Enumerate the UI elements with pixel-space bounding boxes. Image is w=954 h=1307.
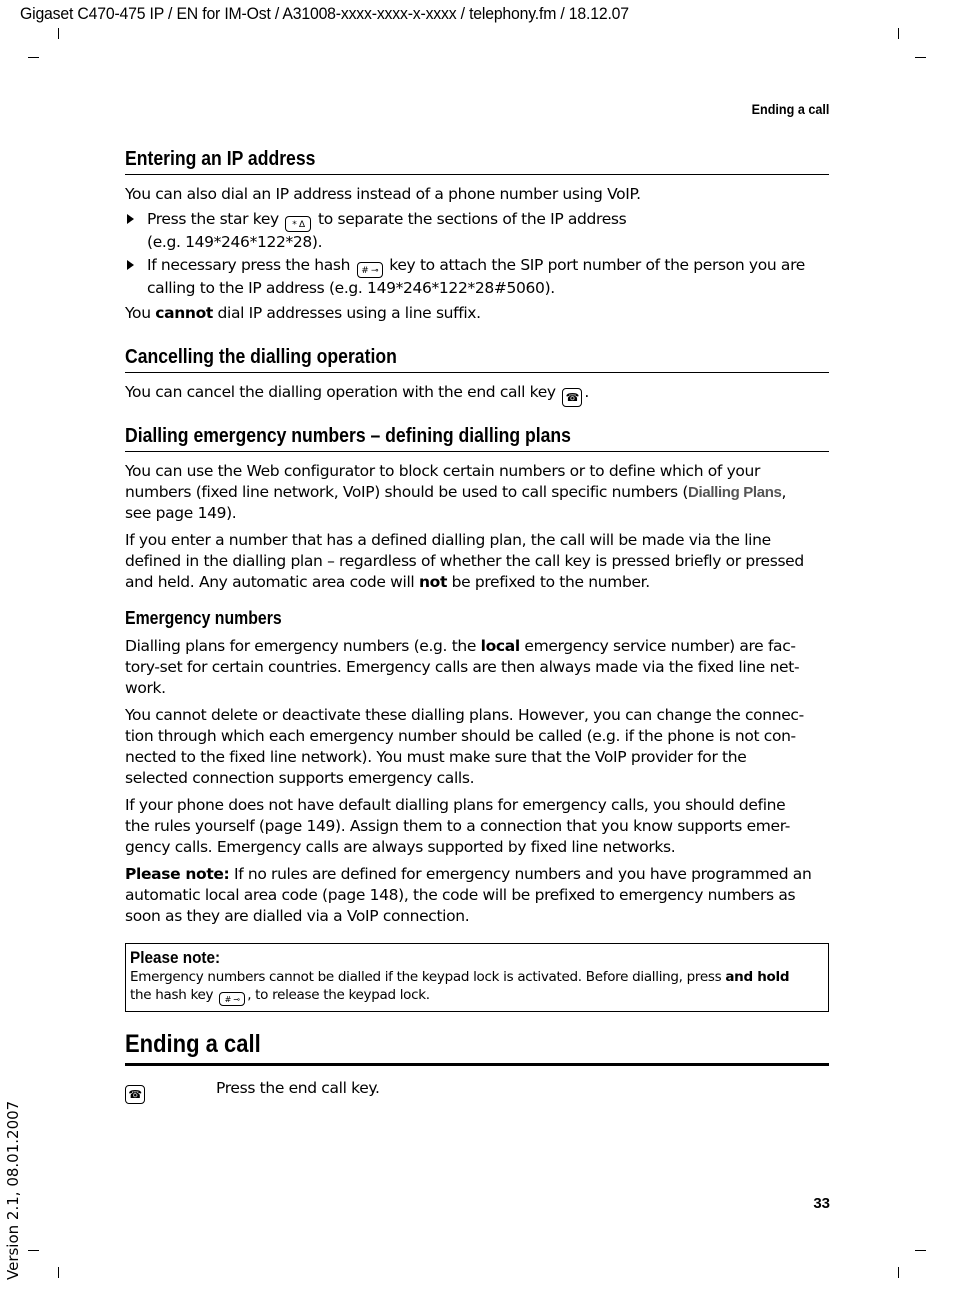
icon-cell: ☎	[125, 1079, 145, 1104]
bullet-triangle-icon	[127, 214, 134, 224]
text: If you enter a number that has a defined…	[125, 531, 771, 549]
text: If your phone does not have default dial…	[125, 796, 786, 814]
crop-mark	[58, 28, 59, 39]
bullet-text: key to attach the SIP port number of the…	[384, 256, 805, 274]
text: You cannot delete or deactivate these di…	[125, 706, 804, 724]
emergency-paragraph-3: Dialling plans for emergency numbers (e.…	[125, 636, 829, 699]
crop-mark	[915, 1250, 926, 1251]
document-file-info: Gigaset C470-475 IP / EN for IM-Ost / A3…	[20, 4, 629, 23]
chapter-heading-ending-call: Ending a call	[125, 1030, 829, 1066]
crop-mark	[28, 1250, 39, 1251]
star-key-icon: * ∆	[285, 216, 312, 232]
crop-mark	[58, 1267, 59, 1278]
section-heading-ip-address: Entering an IP address	[125, 148, 829, 175]
bullet-text: to separate the sections of the IP addre…	[313, 210, 627, 228]
text: gency calls. Emergency calls are always …	[125, 838, 676, 856]
list-item: If necessary press the hash # ⊸ key to a…	[125, 255, 829, 299]
page-number: 33	[813, 1195, 830, 1212]
text: ,	[781, 483, 787, 501]
crop-mark	[28, 57, 39, 58]
text: work.	[125, 679, 166, 697]
text: defined in the dialling plan – regardles…	[125, 552, 804, 570]
text: Dialling plans for emergency numbers (e.…	[125, 637, 481, 655]
emphasis: not	[418, 573, 448, 591]
text: You can use the Web configurator to bloc…	[125, 462, 761, 480]
text: selected connection supports emergency c…	[125, 769, 475, 787]
bullet-text: calling to the IP address (e.g. 149*246*…	[147, 279, 555, 297]
note-title: Please note:	[130, 948, 221, 967]
text: tory-set for certain countries. Emergenc…	[125, 658, 800, 676]
ip-outro-paragraph: You cannot dial IP addresses using a lin…	[125, 303, 829, 324]
crop-mark	[898, 1267, 899, 1278]
emergency-paragraph-1: You can use the Web configurator to bloc…	[125, 461, 829, 524]
note-box: Please note: Emergency numbers cannot be…	[125, 943, 829, 1012]
note-text: Emergency numbers cannot be dialled if t…	[130, 968, 824, 1006]
text: soon as they are dialled via a VoIP conn…	[125, 907, 470, 925]
end-call-key-icon: ☎	[125, 1085, 145, 1104]
text: , to release the keypad lock.	[247, 987, 430, 1003]
crop-mark	[915, 57, 926, 58]
running-head: Ending a call	[751, 101, 829, 117]
crop-mark	[898, 28, 899, 39]
text: be prefixed to the number.	[447, 573, 651, 591]
text: tion through which each emergency number…	[125, 727, 796, 745]
text: the hash key	[130, 987, 218, 1003]
section-heading-cancelling: Cancelling the dialling operation	[125, 346, 829, 373]
text: .	[584, 383, 589, 401]
emergency-paragraph-6: Please note: If no rules are defined for…	[125, 864, 829, 927]
text: nected to the fixed line network). You m…	[125, 748, 747, 766]
ip-intro-paragraph: You can also dial an IP address instead …	[125, 185, 641, 203]
emphasis: and hold	[725, 969, 790, 985]
emergency-paragraph-2: If you enter a number that has a defined…	[125, 530, 829, 593]
text: numbers (fixed line network, VoIP) shoul…	[125, 483, 689, 501]
hash-key-icon: # ⊸	[356, 262, 383, 278]
text: You	[125, 304, 156, 322]
emphasis: local	[480, 637, 521, 655]
subheading-emergency-numbers: Emergency numbers	[125, 608, 282, 628]
version-label: Version 2.1, 08.01.2007	[4, 1100, 22, 1280]
emphasis: cannot	[155, 304, 213, 322]
end-call-key-icon: ☎	[562, 388, 583, 407]
text: and held. Any automatic area code will	[125, 573, 419, 591]
text: If no rules are defined for emergency nu…	[229, 865, 812, 883]
text: Emergency numbers cannot be dialled if t…	[130, 969, 726, 985]
section-heading-emergency: Dialling emergency numbers – defining di…	[125, 425, 829, 452]
text: see page 149).	[125, 504, 237, 522]
text: You can cancel the dialling operation wi…	[125, 383, 561, 401]
text: automatic local area code (page 148), th…	[125, 886, 796, 904]
hash-key-icon: # ⊸	[219, 992, 246, 1006]
emphasis: Please note:	[125, 865, 230, 883]
text: dial IP addresses using a line suffix.	[212, 304, 482, 322]
emergency-paragraph-5: If your phone does not have default dial…	[125, 795, 829, 858]
cancelling-paragraph: You can cancel the dialling operation wi…	[125, 382, 829, 407]
bullet-text: Press the star key	[147, 210, 284, 228]
list-item: Press the star key * ∆ to separate the s…	[125, 209, 829, 253]
bullet-triangle-icon	[127, 260, 134, 270]
text: the rules yourself (page 149). Assign th…	[125, 817, 790, 835]
emergency-paragraph-4: You cannot delete or deactivate these di…	[125, 705, 829, 789]
step-text: Press the end call key.	[216, 1079, 380, 1097]
ui-term-dialling-plans: Dialling Plans	[688, 484, 782, 501]
text: emergency service number) are fac-	[519, 637, 796, 655]
bullet-text: (e.g. 149*246*122*28).	[147, 233, 323, 251]
bullet-text: If necessary press the hash	[147, 256, 355, 274]
